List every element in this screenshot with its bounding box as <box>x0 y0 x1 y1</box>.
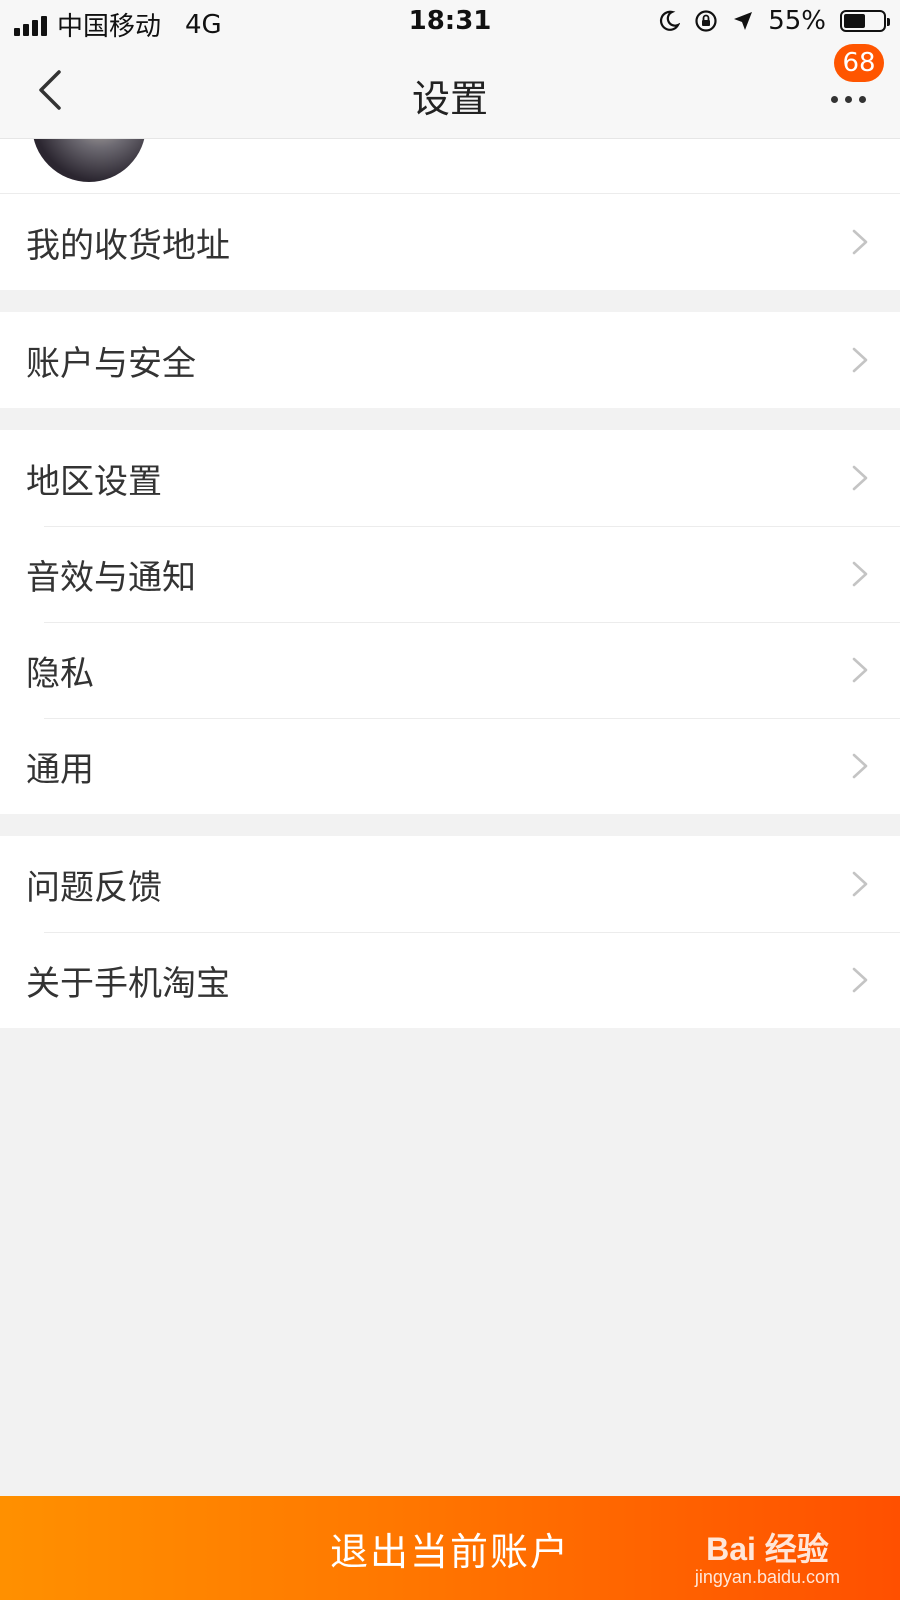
watermark-brand: Bai 经验 <box>706 1531 829 1567</box>
settings-list: 我的收货地址 账户与安全 地区设置 音效与通知 隐私 通用 问题反馈 关于手机淘… <box>0 138 900 1050</box>
battery-icon <box>840 10 890 32</box>
settings-item-region[interactable]: 地区设置 <box>0 430 900 526</box>
watermark-url: jingyan.baidu.com <box>694 1567 840 1587</box>
settings-item-label: 音效与通知 <box>26 557 196 598</box>
settings-item-label: 隐私 <box>26 653 94 694</box>
settings-item-sound-notifications[interactable]: 音效与通知 <box>0 526 900 622</box>
logout-button[interactable]: 退出当前账户 Bai 经验 jingyan.baidu.com <box>0 1496 900 1600</box>
settings-item-feedback[interactable]: 问题反馈 <box>0 836 900 932</box>
more-dot <box>858 95 866 103</box>
more-button[interactable] <box>816 84 880 114</box>
settings-item-label: 通用 <box>26 749 94 790</box>
nav-bar: 设置 68 <box>0 44 900 139</box>
status-left: 中国移动 4G <box>14 6 222 43</box>
settings-item-general[interactable]: 通用 <box>0 718 900 814</box>
chevron-right-icon <box>852 465 868 491</box>
more-dot <box>844 95 852 103</box>
more-dot <box>830 95 838 103</box>
settings-item-label: 地区设置 <box>26 461 162 502</box>
status-bar: 中国移动 4G 18:31 55% <box>0 0 900 44</box>
settings-item-address[interactable]: 我的收货地址 <box>0 194 900 290</box>
settings-group-general: 地区设置 音效与通知 隐私 通用 <box>0 430 900 814</box>
network-label: 4G <box>185 9 222 40</box>
battery-percent: 55% <box>768 6 826 36</box>
settings-item-label: 账户与安全 <box>26 343 196 384</box>
settings-group-support: 问题反馈 关于手机淘宝 <box>0 836 900 1028</box>
chevron-right-icon <box>852 967 868 993</box>
moon-icon <box>660 10 681 31</box>
settings-group-address: 我的收货地址 <box>0 194 900 290</box>
chevron-right-icon <box>852 753 868 779</box>
settings-group-account: 账户与安全 <box>0 312 900 408</box>
settings-item-about[interactable]: 关于手机淘宝 <box>0 932 900 1028</box>
chevron-right-icon <box>852 229 868 255</box>
avatar <box>32 138 146 182</box>
chevron-right-icon <box>852 657 868 683</box>
status-right: 55% <box>658 6 890 36</box>
carrier-label: 中国移动 <box>57 12 162 42</box>
chevron-right-icon <box>852 871 868 897</box>
notification-badge: 68 <box>834 44 884 82</box>
rotation-lock-icon <box>695 10 717 32</box>
profile-row[interactable] <box>0 138 900 194</box>
chevron-right-icon <box>852 347 868 373</box>
settings-item-account-security[interactable]: 账户与安全 <box>0 312 900 408</box>
settings-item-privacy[interactable]: 隐私 <box>0 622 900 718</box>
location-arrow-icon <box>734 12 753 30</box>
battery-level <box>844 14 865 28</box>
settings-item-label: 问题反馈 <box>26 867 162 908</box>
logout-label: 退出当前账户 <box>329 1529 570 1574</box>
page-title: 设置 <box>411 77 488 121</box>
settings-item-label: 关于手机淘宝 <box>26 963 230 1004</box>
chevron-right-icon <box>852 561 868 587</box>
signal-icon <box>14 14 47 36</box>
settings-item-label: 我的收货地址 <box>26 225 230 266</box>
watermark: Bai 经验 jingyan.baidu.com <box>695 1531 840 1588</box>
